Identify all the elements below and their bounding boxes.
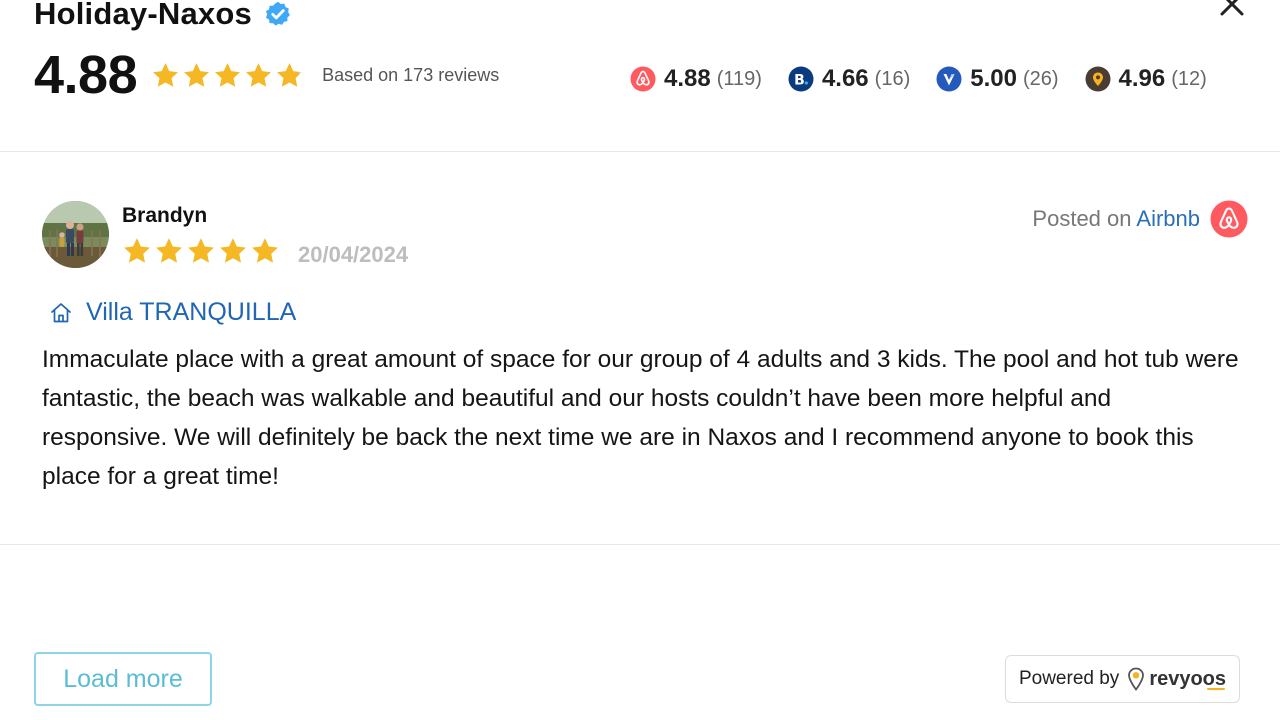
star-icon	[156, 238, 182, 263]
review-text: Immaculate place with a great amount of …	[42, 346, 1239, 490]
home-icon	[51, 302, 71, 322]
header: Holiday-Naxos	[34, 0, 292, 36]
posted-on-label: Posted on	[1032, 206, 1137, 231]
powered-by-badge[interactable]: Powered by revyoos	[1005, 655, 1240, 703]
page-title: Holiday-Naxos	[34, 0, 252, 31]
load-more-button[interactable]: Load more	[34, 652, 212, 706]
star-icon	[153, 62, 179, 87]
reviewer-name: Brandyn	[122, 204, 208, 227]
platform-rating: 4.88	[664, 65, 711, 92]
airbnb-icon[interactable]	[1210, 200, 1248, 238]
svg-text:B: B	[794, 72, 805, 88]
star-icon	[124, 238, 150, 263]
brand-underline	[1207, 687, 1226, 690]
star-icon	[252, 238, 278, 263]
review-stars	[122, 236, 280, 266]
posted-source-link[interactable]: Airbnb	[1136, 206, 1200, 231]
avatar	[42, 201, 109, 268]
brand-name: revyoos	[1149, 667, 1227, 690]
platform-rating: 4.66	[821, 65, 869, 92]
platform-airbnb[interactable]: 4.88 (119)	[630, 65, 762, 93]
star-icon	[220, 238, 246, 263]
overall-stars	[151, 61, 304, 90]
platform-rating: 5.00	[970, 65, 1017, 92]
star-icon	[215, 62, 241, 87]
posted-on: Posted on Airbnb	[1032, 206, 1200, 232]
verified-badge-icon	[265, 1, 290, 26]
property-name: Villa TRANQUILLA	[86, 298, 297, 326]
review-date: 20/04/2024	[298, 242, 409, 267]
rating-summary: 4.88 Based on 173 reviews	[34, 44, 499, 106]
platform-booking[interactable]: B 4.66 (16)	[788, 65, 910, 93]
overall-rating: 4.88	[34, 45, 138, 105]
star-icon	[188, 238, 214, 263]
revyoos-logo: revyoos	[1149, 668, 1226, 691]
platform-count: (119)	[716, 67, 762, 90]
star-icon	[184, 62, 210, 87]
revyoos-icon	[1085, 66, 1111, 92]
property-link[interactable]: Villa TRANQUILLA	[48, 298, 296, 327]
divider	[0, 544, 1280, 545]
platform-count: (26)	[1022, 67, 1059, 90]
divider	[0, 151, 1280, 152]
platform-revyoos[interactable]: 4.96 (12)	[1085, 65, 1207, 93]
platform-vrbo[interactable]: 5.00 (26)	[936, 65, 1059, 93]
booking-icon: B	[788, 66, 814, 92]
location-pin-icon	[1128, 667, 1145, 691]
platform-rating: 4.96	[1118, 65, 1166, 92]
platform-ratings: 4.88 (119) B 4.66 (16) 5.00 (26) 4.96 (1…	[630, 62, 1207, 96]
star-icon	[246, 62, 272, 87]
review-count-text: Based on 173 reviews	[322, 64, 500, 85]
star-icon	[277, 62, 303, 87]
airbnb-icon	[630, 66, 656, 92]
platform-count: (12)	[1171, 67, 1207, 90]
close-icon[interactable]	[1214, 0, 1250, 22]
powered-by-label: Powered by	[1018, 668, 1120, 689]
platform-count: (16)	[874, 67, 911, 90]
vrbo-icon	[936, 66, 962, 92]
